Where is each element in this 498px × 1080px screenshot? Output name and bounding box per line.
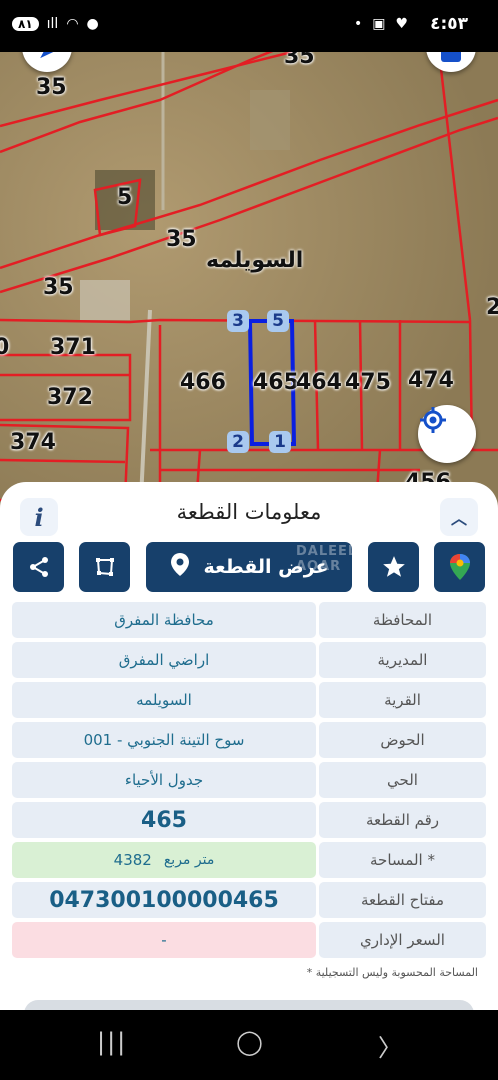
- plot-number[interactable]: 35: [36, 75, 67, 100]
- field-value: محافظة المفرق: [12, 602, 316, 638]
- parcel-vertex: 5: [267, 310, 289, 332]
- parcel-vertex: 2: [227, 431, 249, 453]
- plot-number[interactable]: 5: [117, 185, 132, 210]
- plot-number[interactable]: 474: [408, 368, 454, 393]
- plot-number[interactable]: 374: [10, 430, 56, 455]
- field-label: الحي: [319, 762, 486, 798]
- recent-apps-icon[interactable]: |||: [97, 1028, 127, 1056]
- status-icons: • ▣ ♥: [354, 16, 408, 32]
- field-row-area: 4382 متر مربع المساحة *: [12, 842, 486, 878]
- collapse-button[interactable]: ︿: [440, 498, 478, 536]
- crosshair-icon: [420, 407, 446, 433]
- field-label: رقم القطعة: [319, 802, 486, 838]
- field-label: السعر الإداري: [319, 922, 486, 958]
- selected-plot-number[interactable]: 465: [253, 370, 299, 395]
- field-value[interactable]: 047300100000465: [12, 882, 316, 918]
- field-row-plot-number: 465 رقم القطعة: [12, 802, 486, 838]
- field-label: الحوض: [319, 722, 486, 758]
- system-nav-bar: ||| ◯ 〉: [0, 1010, 498, 1080]
- sheet-header: i معلومات القطعة ︿: [0, 482, 498, 542]
- google-maps-button[interactable]: [434, 542, 485, 592]
- field-label: مفتاح القطعة: [319, 882, 486, 918]
- sheet-title: معلومات القطعة: [176, 500, 322, 524]
- plot-number[interactable]: 2: [486, 295, 498, 320]
- share-icon: [29, 557, 48, 577]
- field-row-directorate: اراضي المفرق المديرية: [12, 642, 486, 678]
- field-label: القرية: [319, 682, 486, 718]
- plot-number[interactable]: 35: [166, 227, 197, 252]
- field-row-governorate: محافظة المفرق المحافظة: [12, 602, 486, 638]
- plot-number[interactable]: 35: [43, 275, 74, 300]
- status-left: ٨١ ıll ◠ ●: [12, 16, 99, 32]
- field-row-plot-key: 047300100000465 مفتاح القطعة: [12, 882, 486, 918]
- wifi-icon: ◠: [66, 16, 79, 32]
- satellite-map[interactable]: 35 35 5 35 35 371 372 374 466 465 464 47…: [0, 30, 498, 520]
- battery-indicator: ٨١: [12, 17, 39, 31]
- show-plot-button[interactable]: DALEEL AQAR عرض القطعة: [146, 542, 356, 592]
- village-name-label: السويلمه: [206, 248, 304, 273]
- parcel-vertex: 3: [227, 310, 249, 332]
- draw-polygon-button[interactable]: [79, 542, 130, 592]
- star-icon: [382, 556, 405, 577]
- field-value: 465: [12, 802, 316, 838]
- share-button[interactable]: [13, 542, 64, 592]
- plot-number[interactable]: 372: [47, 385, 93, 410]
- field-label: المحافظة: [319, 602, 486, 638]
- field-row-village: السويلمه القرية: [12, 682, 486, 718]
- field-value: -: [12, 922, 316, 958]
- footnote: * المساحة المحسوبة وليس التسجيلية: [306, 966, 478, 979]
- field-value: السويلمه: [12, 682, 316, 718]
- plot-number[interactable]: 371: [50, 335, 96, 360]
- parcel-info-sheet: i معلومات القطعة ︿ DALEEL AQAR عرض القطع…: [0, 482, 498, 1010]
- parcel-fields: محافظة المفرق المحافظة اراضي المفرق المد…: [12, 602, 486, 962]
- plot-number[interactable]: 0: [0, 335, 9, 360]
- field-label: المديرية: [319, 642, 486, 678]
- field-value-area: 4382 متر مربع: [12, 842, 316, 878]
- field-row-basin: سوح التينة الجنوبي - 001 الحوض: [12, 722, 486, 758]
- field-value: جدول الأحياء: [12, 762, 316, 798]
- plot-number[interactable]: 475: [345, 370, 391, 395]
- favorite-button[interactable]: [368, 542, 419, 592]
- field-value: سوح التينة الجنوبي - 001: [12, 722, 316, 758]
- back-icon[interactable]: 〉: [378, 1028, 402, 1063]
- heart-icon: ♥: [395, 16, 408, 32]
- chevron-up-icon: ︿: [450, 509, 467, 528]
- status-bar: ٨١ ıll ◠ ● • ▣ ♥ ٤:٥٣: [0, 0, 498, 52]
- my-location-button[interactable]: [418, 405, 476, 463]
- clock: ٤:٥٣: [430, 14, 468, 34]
- map-pin-icon: [169, 552, 191, 583]
- screen-record-icon: ▣: [372, 16, 386, 32]
- parcel-vertex: 1: [269, 431, 291, 453]
- field-row-neighborhood: جدول الأحياء الحي: [12, 762, 486, 798]
- action-toolbar: DALEEL AQAR عرض القطعة: [0, 542, 498, 594]
- area-unit: متر مربع: [163, 852, 215, 868]
- home-icon[interactable]: ◯: [236, 1028, 263, 1056]
- field-row-admin-price: - السعر الإداري: [12, 922, 486, 958]
- notification-dot-icon: •: [353, 16, 363, 32]
- watermark: DALEEL AQAR: [296, 544, 358, 574]
- plot-number[interactable]: 464: [296, 370, 342, 395]
- plot-number[interactable]: 466: [180, 370, 226, 395]
- area-value: 4382: [113, 851, 152, 869]
- signal-icon: ıll: [46, 16, 59, 32]
- google-maps-icon: [449, 554, 470, 580]
- field-label: المساحة *: [319, 842, 486, 878]
- location-status-icon: ●: [86, 16, 99, 32]
- field-value: اراضي المفرق: [12, 642, 316, 678]
- polygon-icon: [95, 558, 114, 576]
